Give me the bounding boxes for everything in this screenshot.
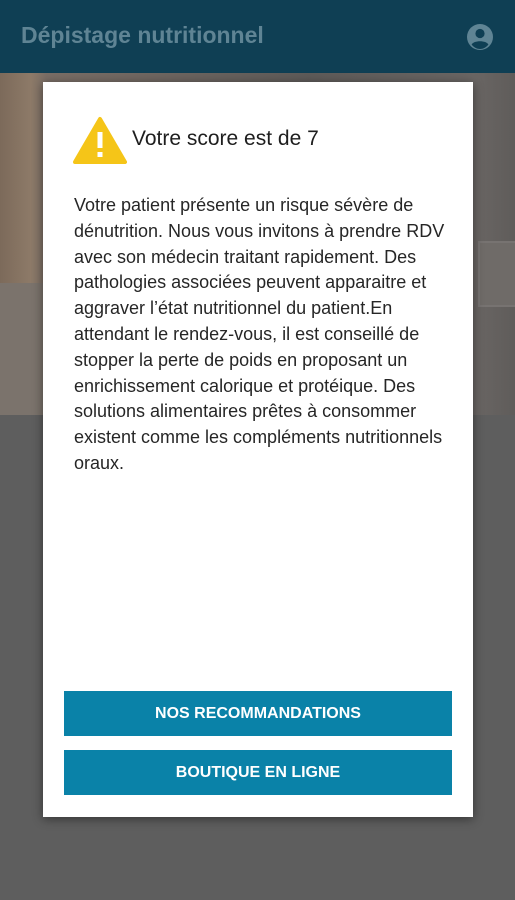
app-bar: Dépistage nutritionnel bbox=[0, 0, 515, 73]
background-photo-frame bbox=[478, 241, 515, 307]
score-dialog: Votre score est de 7 Votre patient prése… bbox=[43, 82, 473, 817]
online-shop-button[interactable]: BOUTIQUE EN LIGNE bbox=[64, 750, 452, 795]
dialog-message: Votre patient présente un risque sévère … bbox=[74, 195, 445, 473]
recommendations-button[interactable]: NOS RECOMMANDATIONS bbox=[64, 691, 452, 736]
account-circle-icon[interactable] bbox=[466, 23, 494, 51]
app-bar-title: Dépistage nutritionnel bbox=[21, 22, 264, 48]
warning-icon bbox=[73, 116, 127, 164]
dialog-title: Votre score est de 7 bbox=[132, 127, 319, 150]
background-photo-highlight bbox=[0, 283, 44, 415]
